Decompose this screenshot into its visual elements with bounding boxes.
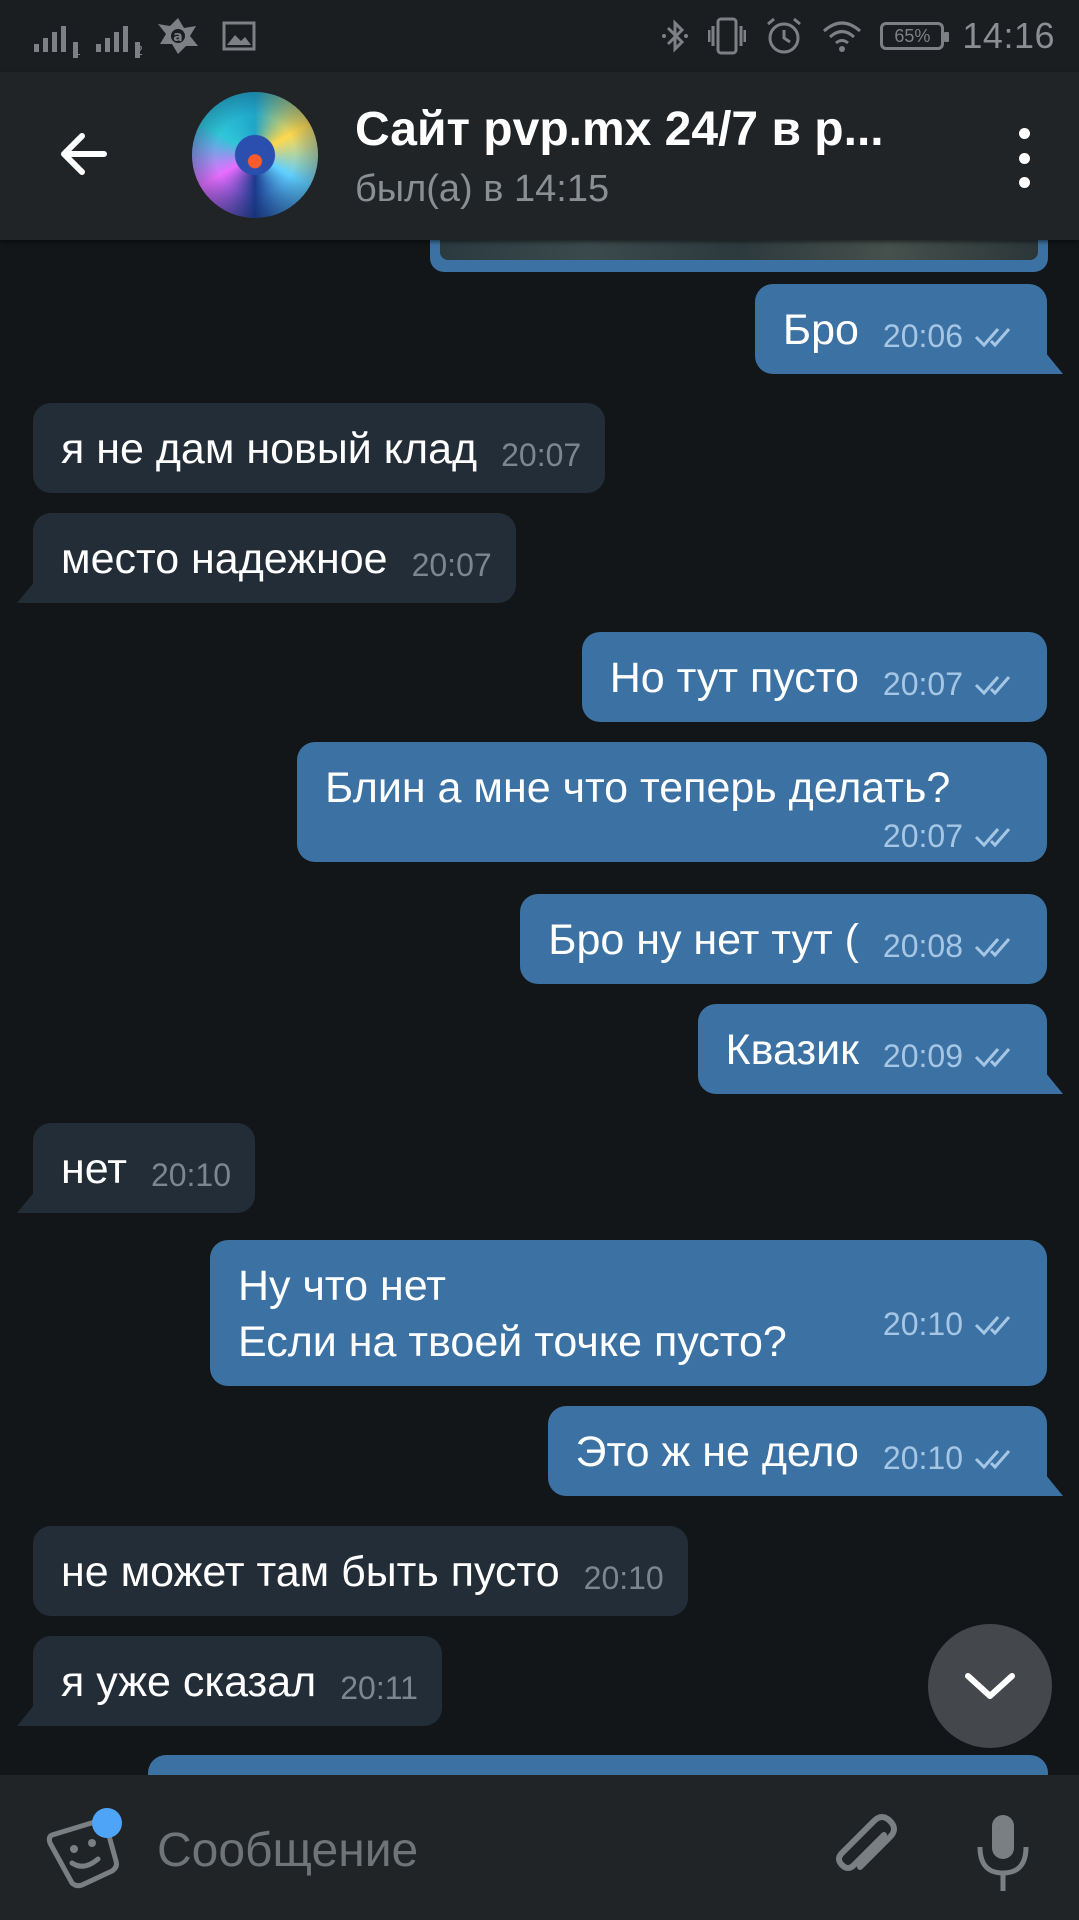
message-outgoing[interactable]: Ну что нет Если на твоей точке пусто? 20… [210,1240,1047,1386]
bluetooth-icon [662,19,689,53]
message-meta: 20:07 [883,664,1023,704]
message-outgoing[interactable]: Бро ну нет тут ( 20:08 [520,894,1047,984]
message-outgoing[interactable]: Но тут пусто 20:07 [581,632,1047,722]
wifi-icon [823,21,862,52]
message-text: не может там быть пусто [61,1548,560,1596]
message-meta: 20:09 [883,1036,1023,1076]
microphone-icon[interactable] [968,1811,1038,1895]
paperclip-icon[interactable] [826,1811,906,1891]
message-meta: 20:06 [883,316,1023,356]
message-composer [0,1775,1079,1920]
message-incoming[interactable]: место надежное 20:07 [33,513,516,603]
message-time: 20:09 [882,1038,963,1074]
scroll-to-bottom-button[interactable] [928,1624,1052,1748]
message-time: 20:11 [340,1670,418,1706]
more-menu-icon[interactable] [1009,128,1039,188]
message-text: я не дам новый клад [61,425,478,473]
back-arrow-icon[interactable] [52,122,116,186]
chat-title[interactable]: Сайт pvp.mx 24/7 в р... [355,102,884,157]
battery-icon: 65% [880,22,950,50]
message-incoming[interactable]: я не дам новый клад 20:07 [33,403,606,493]
signal-icon: 1 [34,20,81,58]
alarm-icon [767,17,802,54]
photo-message[interactable] [430,240,1048,272]
message-time: 20:07 [411,547,492,583]
message-outgoing[interactable]: Квазик 20:09 [697,1004,1047,1094]
message-meta: 20:10 [883,1438,1023,1478]
message-meta: 20:07 [501,435,581,475]
read-ticks-icon [974,328,1011,348]
message-input[interactable] [155,1813,779,1887]
message-meta: 20:11 [340,1668,418,1708]
read-ticks-icon [974,1316,1011,1336]
message-outgoing[interactable]: Бро 20:06 [754,284,1047,374]
notification-dot [92,1808,122,1838]
message-time: 20:10 [882,1306,963,1342]
last-seen-status: был(а) в 14:15 [355,168,610,210]
message-text: я уже сказал [61,1658,317,1706]
sim1-label: 1 [73,42,81,58]
message-time: 20:07 [882,666,963,702]
message-meta: 20:10 [151,1155,231,1195]
battery-level: 65% [894,25,931,46]
gallery-icon [222,21,256,51]
message-time: 20:08 [882,928,963,964]
message-time: 20:06 [882,318,963,354]
svg-text:a: a [173,29,182,45]
message-time: 20:10 [882,1440,963,1476]
message-text: Ну что нет Если на твоей точке пусто? [238,1262,787,1366]
vibrate-icon [708,17,747,55]
message-text: Квазик [725,1026,859,1074]
message-meta: 20:07 [412,545,492,585]
avast-icon: a [158,18,198,54]
read-ticks-icon [974,676,1011,696]
chat-header: Сайт pvp.mx 24/7 в р... был(а) в 14:15 [0,72,1079,240]
message-text: Бро ну нет тут ( [548,916,859,964]
avatar[interactable] [192,92,318,218]
read-ticks-icon [974,828,1011,848]
read-ticks-icon [974,1450,1011,1470]
message-text: Это ж не дело [575,1428,859,1476]
message-meta: 20:08 [883,926,1023,966]
message-time: 20:07 [882,818,963,854]
message-incoming[interactable]: я уже сказал 20:11 [33,1636,442,1726]
message-time: 20:10 [583,1560,664,1596]
message-text: нет [61,1145,127,1193]
signal-icon: 2 [96,20,143,58]
chevron-down-icon [965,1673,1015,1699]
read-ticks-icon [974,1048,1011,1068]
message-incoming[interactable]: не может там быть пусто 20:10 [33,1526,688,1616]
message-list[interactable]: Бро 20:06 я не дам новый клад 20:07 мест… [0,240,1079,1775]
message-outgoing[interactable]: Это ж не дело 20:10 [547,1406,1047,1496]
clock: 14:16 [962,15,1055,56]
sim2-label: 2 [135,42,143,58]
message-text: Но тут пусто [609,654,859,702]
message-meta: 20:10 [883,1304,1023,1344]
message-outgoing[interactable]: Блин а мне что теперь делать? 20:07 [297,742,1047,862]
message-text: Блин а мне что теперь делать? [325,764,951,812]
status-bar: 1 2 a 65% 14:16 [0,0,1079,72]
message-incoming[interactable]: нет 20:10 [33,1123,256,1213]
message-text: место надежное [61,535,388,583]
read-ticks-icon [974,938,1011,958]
message-time: 20:07 [501,437,582,473]
message-meta: 20:10 [584,1558,664,1598]
message-text: Бро [782,306,859,354]
message-time: 20:10 [150,1157,232,1193]
message-meta: 20:07 [883,816,1023,856]
message-outgoing[interactable] [148,1755,1048,1775]
